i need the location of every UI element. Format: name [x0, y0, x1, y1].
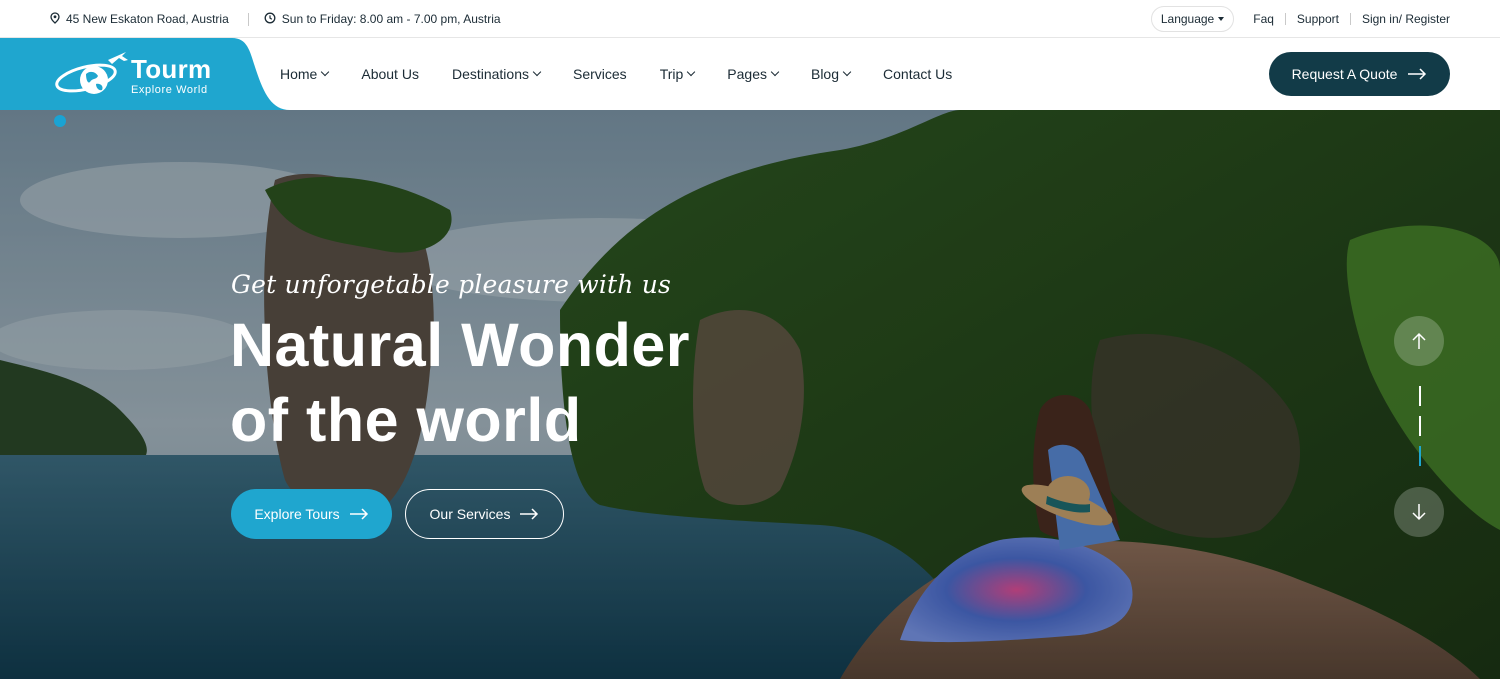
- arrow-right-icon: [349, 508, 368, 520]
- slider-next-button[interactable]: [1394, 487, 1444, 537]
- request-quote-label: Request A Quote: [1291, 66, 1398, 82]
- explore-tours-label: Explore Tours: [254, 506, 340, 522]
- map-pin-icon: [50, 11, 60, 27]
- nav-item-label: Home: [280, 66, 318, 82]
- main-nav: Home About Us Destinations Services Trip…: [280, 38, 985, 110]
- arrow-up-icon: [1412, 332, 1426, 349]
- slide-indicator-dot[interactable]: [54, 115, 66, 127]
- nav-item-trip[interactable]: Trip: [659, 66, 696, 82]
- divider: [1284, 13, 1286, 25]
- arrow-right-icon: [520, 508, 539, 520]
- address-text: 45 New Eskaton Road, Austria: [66, 12, 229, 26]
- explore-tours-button[interactable]: Explore Tours: [231, 489, 392, 539]
- slider-progress-segment-active: [1419, 446, 1421, 466]
- hero-title: Natural Wonder of the world: [230, 308, 690, 458]
- hours-text: Sun to Friday: 8.00 am - 7.00 pm, Austri…: [281, 12, 501, 26]
- divider: [1349, 13, 1351, 25]
- arrow-right-icon: [1408, 68, 1427, 80]
- nav-item-label: Blog: [810, 66, 840, 82]
- chevron-down-icon: [770, 67, 780, 77]
- nav-item-label: Pages: [727, 66, 767, 82]
- arrow-down-icon: [1412, 504, 1426, 521]
- divider: [247, 12, 249, 26]
- chevron-down-icon: [842, 67, 852, 77]
- top-bar-links: Language Faq Support Sign in/ Register: [1150, 0, 1450, 38]
- hero-section: Get unforgetable pleasure with us Natura…: [0, 110, 1500, 679]
- top-bar-info: 45 New Eskaton Road, Austria Sun to Frid…: [50, 0, 501, 38]
- language-label: Language: [1160, 12, 1215, 26]
- logo-tagline: Explore World: [131, 84, 208, 96]
- hours-info: Sun to Friday: 8.00 am - 7.00 pm, Austri…: [264, 12, 501, 27]
- our-services-label: Our Services: [429, 506, 511, 522]
- support-link[interactable]: Support: [1297, 12, 1339, 26]
- clock-icon: [264, 12, 276, 27]
- hero-tagline: Get unforgetable pleasure with us: [231, 270, 672, 299]
- address-info: 45 New Eskaton Road, Austria: [50, 11, 229, 27]
- top-bar: 45 New Eskaton Road, Austria Sun to Frid…: [0, 0, 1500, 38]
- nav-item-about-us[interactable]: About Us: [361, 66, 419, 82]
- nav-item-pages[interactable]: Pages: [727, 66, 780, 82]
- globe-plane-icon: [55, 52, 128, 94]
- nav-item-services[interactable]: Services: [573, 66, 627, 82]
- chevron-down-icon: [532, 67, 542, 77]
- logo-title: Tourm: [131, 54, 212, 84]
- faq-link[interactable]: Faq: [1253, 12, 1274, 26]
- nav-item-blog[interactable]: Blog: [810, 66, 852, 82]
- nav-item-label: About Us: [361, 66, 419, 82]
- slider-progress-segment: [1419, 386, 1421, 406]
- language-dropdown[interactable]: Language: [1150, 6, 1235, 32]
- caret-down-icon: [1218, 17, 1225, 21]
- hero-title-line-1: Natural Wonder: [230, 311, 691, 379]
- hero-background-image: [0, 110, 1500, 679]
- nav-item-label: Contact Us: [883, 66, 953, 82]
- chevron-down-icon: [687, 67, 696, 77]
- main-header: Tourm Explore World Home About Us Destin…: [0, 38, 1500, 110]
- sign-in-register-link[interactable]: Sign in/ Register: [1362, 12, 1450, 26]
- nav-item-destinations[interactable]: Destinations: [451, 66, 542, 82]
- nav-item-label: Trip: [659, 66, 684, 82]
- request-quote-button[interactable]: Request A Quote: [1269, 52, 1450, 96]
- nav-item-label: Services: [573, 66, 627, 82]
- our-services-button[interactable]: Our Services: [405, 489, 564, 539]
- slider-prev-button[interactable]: [1394, 316, 1444, 366]
- nav-item-home[interactable]: Home: [280, 66, 330, 82]
- nav-item-contact-us[interactable]: Contact Us: [883, 66, 952, 82]
- slider-progress-segment: [1419, 416, 1421, 436]
- chevron-down-icon: [321, 67, 330, 77]
- hero-title-line-2: of the world: [230, 386, 582, 454]
- nav-item-label: Destinations: [451, 66, 529, 82]
